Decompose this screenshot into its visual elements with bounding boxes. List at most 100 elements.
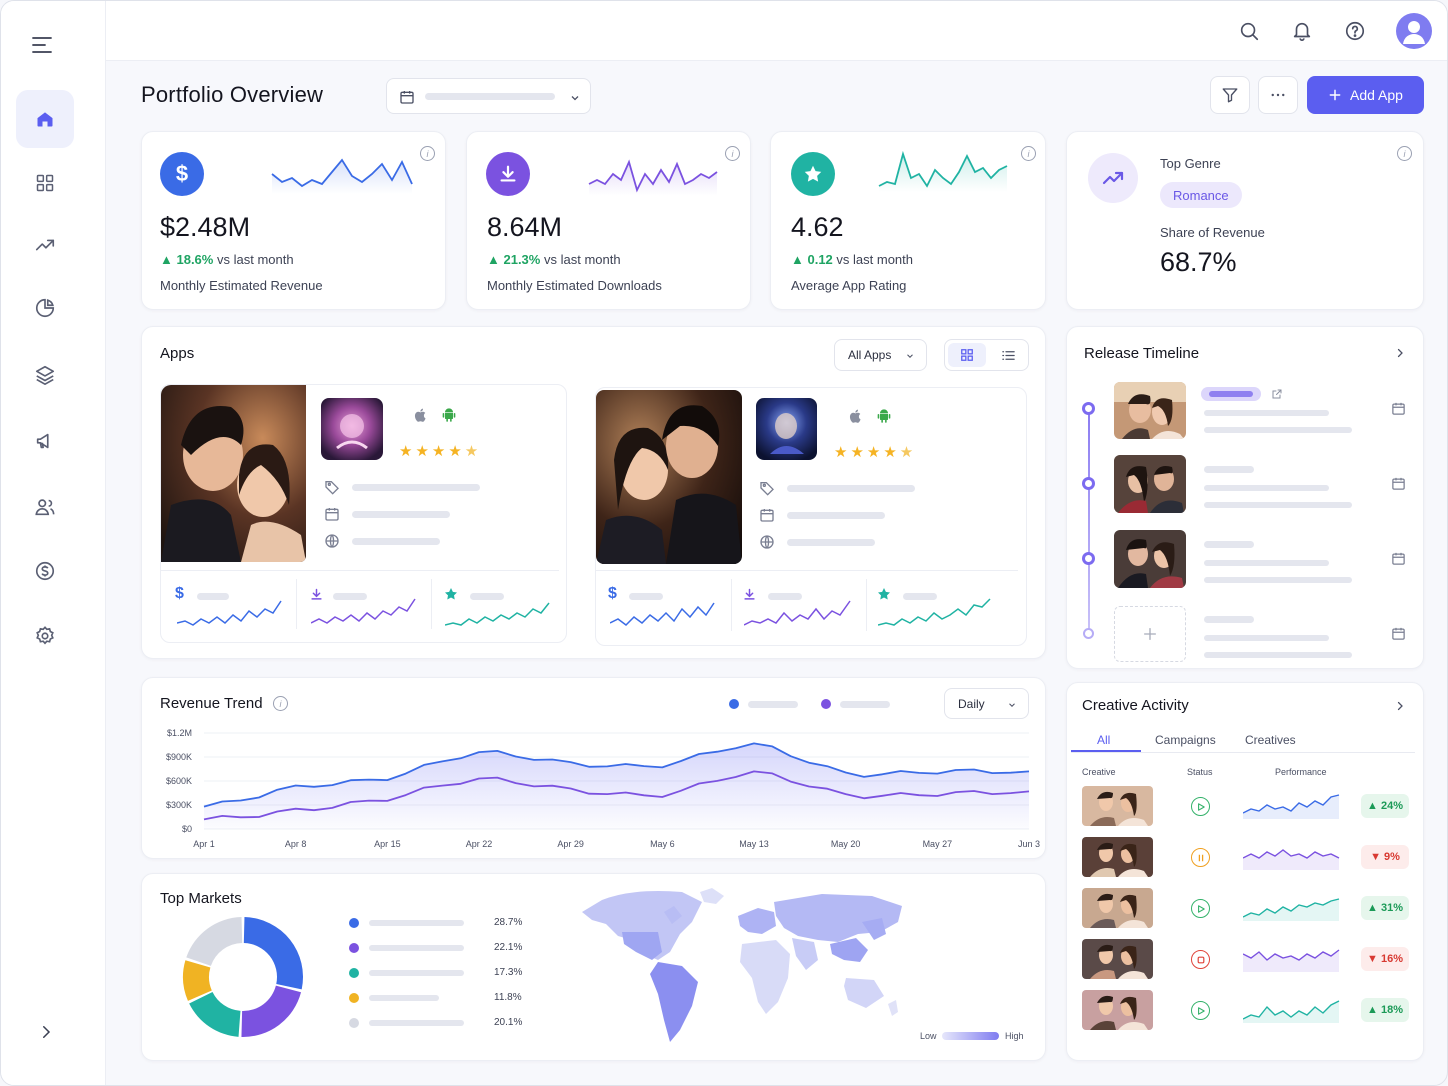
- tab-all[interactable]: All: [1097, 733, 1110, 747]
- add-release-button[interactable]: [1114, 606, 1186, 662]
- app-card[interactable]: ★★★★★ $: [160, 384, 567, 643]
- chevron-right-icon[interactable]: [1394, 699, 1406, 713]
- sidebar-item-settings[interactable]: [16, 607, 74, 665]
- home-icon: [37, 112, 53, 127]
- calendar-icon[interactable]: [1391, 551, 1406, 566]
- market-name-placeholder: [369, 995, 439, 1001]
- app-metrics: $: [161, 570, 559, 635]
- y-tick-label: $1.2M: [167, 728, 192, 738]
- creative-thumbnail[interactable]: [1082, 939, 1153, 979]
- search-icon[interactable]: [1237, 19, 1261, 43]
- play-icon[interactable]: [1191, 1001, 1210, 1020]
- rating-sparkline: [445, 602, 550, 626]
- x-tick-label: Apr 22: [466, 839, 493, 849]
- expand-sidebar-icon[interactable]: [37, 1023, 55, 1041]
- view-toggle: [944, 339, 1029, 371]
- x-tick-label: May 13: [739, 839, 769, 849]
- revenue-chart: $1.2M $900K $600K $300K $0Apr 1 Apr 8 Apr 15 Ap…: [166, 728, 1040, 849]
- performance-badge: ▲ 31%: [1361, 896, 1409, 920]
- android-icon: [876, 407, 892, 430]
- info-icon[interactable]: i: [725, 146, 740, 161]
- downloads-sparkline: [744, 600, 851, 626]
- donut-slice: [243, 917, 303, 990]
- kpi-delta: ▲ 21.3% vs last month: [487, 252, 621, 267]
- sidebar: [1, 1, 106, 1085]
- list-view-button[interactable]: [990, 343, 1026, 367]
- x-tick-label: May 6: [650, 839, 675, 849]
- creative-thumbnail[interactable]: [1082, 786, 1153, 826]
- y-tick-label: $600K: [166, 776, 192, 786]
- creative-thumbnail[interactable]: [1082, 990, 1153, 1030]
- chevron-right-icon[interactable]: [1394, 346, 1406, 360]
- grid-view-button[interactable]: [948, 343, 986, 367]
- page-title: Portfolio Overview: [141, 82, 324, 107]
- y-tick-label: $0: [182, 824, 192, 834]
- y-tick-label: $300K: [166, 800, 192, 810]
- sidebar-item-apps[interactable]: [16, 154, 74, 212]
- stop-icon[interactable]: [1191, 950, 1210, 969]
- performance-sparkline: [1243, 1000, 1340, 1023]
- app-cover-image: [161, 385, 306, 562]
- help-icon[interactable]: [1343, 19, 1367, 43]
- sidebar-item-billing[interactable]: [16, 542, 74, 600]
- release-timeline-card: Release Timeline: [1066, 326, 1424, 669]
- info-icon[interactable]: i: [1021, 146, 1036, 161]
- info-icon[interactable]: i: [1397, 146, 1412, 161]
- date-range-select[interactable]: [386, 78, 591, 114]
- kpi-delta: ▲ 0.12 vs last month: [791, 252, 914, 267]
- kpi-card-rating: i 4.62 ▲ 0.12 vs last month Average App …: [770, 131, 1046, 310]
- timeline-dot: [1082, 552, 1095, 565]
- calendar-icon[interactable]: [1391, 626, 1406, 641]
- bell-icon[interactable]: [1290, 19, 1314, 43]
- app-card[interactable]: ★★★★★ $: [595, 387, 1027, 646]
- plus-icon: [1329, 89, 1341, 101]
- info-icon[interactable]: i: [420, 146, 435, 161]
- creative-thumbnail[interactable]: [1082, 888, 1153, 928]
- sidebar-item-users[interactable]: [16, 478, 74, 536]
- dollar-circle-icon: [35, 561, 55, 581]
- rating-stars: ★★★★★: [399, 443, 482, 460]
- external-link-icon[interactable]: [1271, 388, 1283, 400]
- sidebar-item-layers[interactable]: [16, 346, 74, 404]
- pause-icon[interactable]: [1191, 848, 1210, 867]
- users-icon: [35, 499, 55, 516]
- tab-creatives[interactable]: Creatives: [1245, 733, 1296, 747]
- map-legend-gradient: [942, 1032, 999, 1040]
- market-share-value: 22.1%: [494, 942, 523, 953]
- performance-sparkline: [1243, 849, 1340, 870]
- timeline-title: Release Timeline: [1084, 345, 1200, 362]
- market-name-placeholder: [369, 920, 464, 926]
- avatar[interactable]: [1396, 13, 1432, 49]
- kpi-delta: ▲ 18.6% vs last month: [160, 252, 294, 267]
- release-thumbnail: [1114, 530, 1186, 588]
- add-app-button[interactable]: Add App: [1307, 76, 1424, 114]
- more-button[interactable]: [1258, 76, 1298, 114]
- sidebar-item-reports[interactable]: [16, 279, 74, 337]
- play-icon[interactable]: [1191, 797, 1210, 816]
- markets-donut-chart: [183, 917, 303, 1037]
- menu-icon[interactable]: [31, 35, 53, 55]
- sidebar-item-campaigns[interactable]: [16, 412, 74, 470]
- creative-thumbnail[interactable]: [1082, 837, 1153, 877]
- sidebar-item-home[interactable]: [16, 90, 74, 148]
- filter-button[interactable]: [1210, 76, 1250, 114]
- y-tick-label: $900K: [166, 752, 192, 762]
- calendar-icon[interactable]: [1391, 401, 1406, 416]
- timeline-dot: [1083, 628, 1094, 639]
- x-tick-label: Apr 8: [285, 839, 307, 849]
- grid-icon: [36, 174, 54, 192]
- market-name-placeholder: [369, 1020, 464, 1026]
- market-share-value: 17.3%: [494, 967, 523, 978]
- android-icon: [441, 406, 457, 429]
- market-color-dot: [349, 918, 359, 928]
- tag-icon: [325, 481, 339, 495]
- gear-icon: [36, 626, 54, 645]
- sidebar-item-trends[interactable]: [16, 216, 74, 274]
- chevron-down-icon: [571, 96, 579, 101]
- market-share-value: 20.1%: [494, 1017, 523, 1028]
- calendar-icon[interactable]: [1391, 476, 1406, 491]
- play-icon[interactable]: [1191, 899, 1210, 918]
- tab-campaigns[interactable]: Campaigns: [1155, 733, 1216, 747]
- apps-filter-select[interactable]: All Apps: [834, 339, 927, 371]
- donut-slice: [241, 985, 302, 1037]
